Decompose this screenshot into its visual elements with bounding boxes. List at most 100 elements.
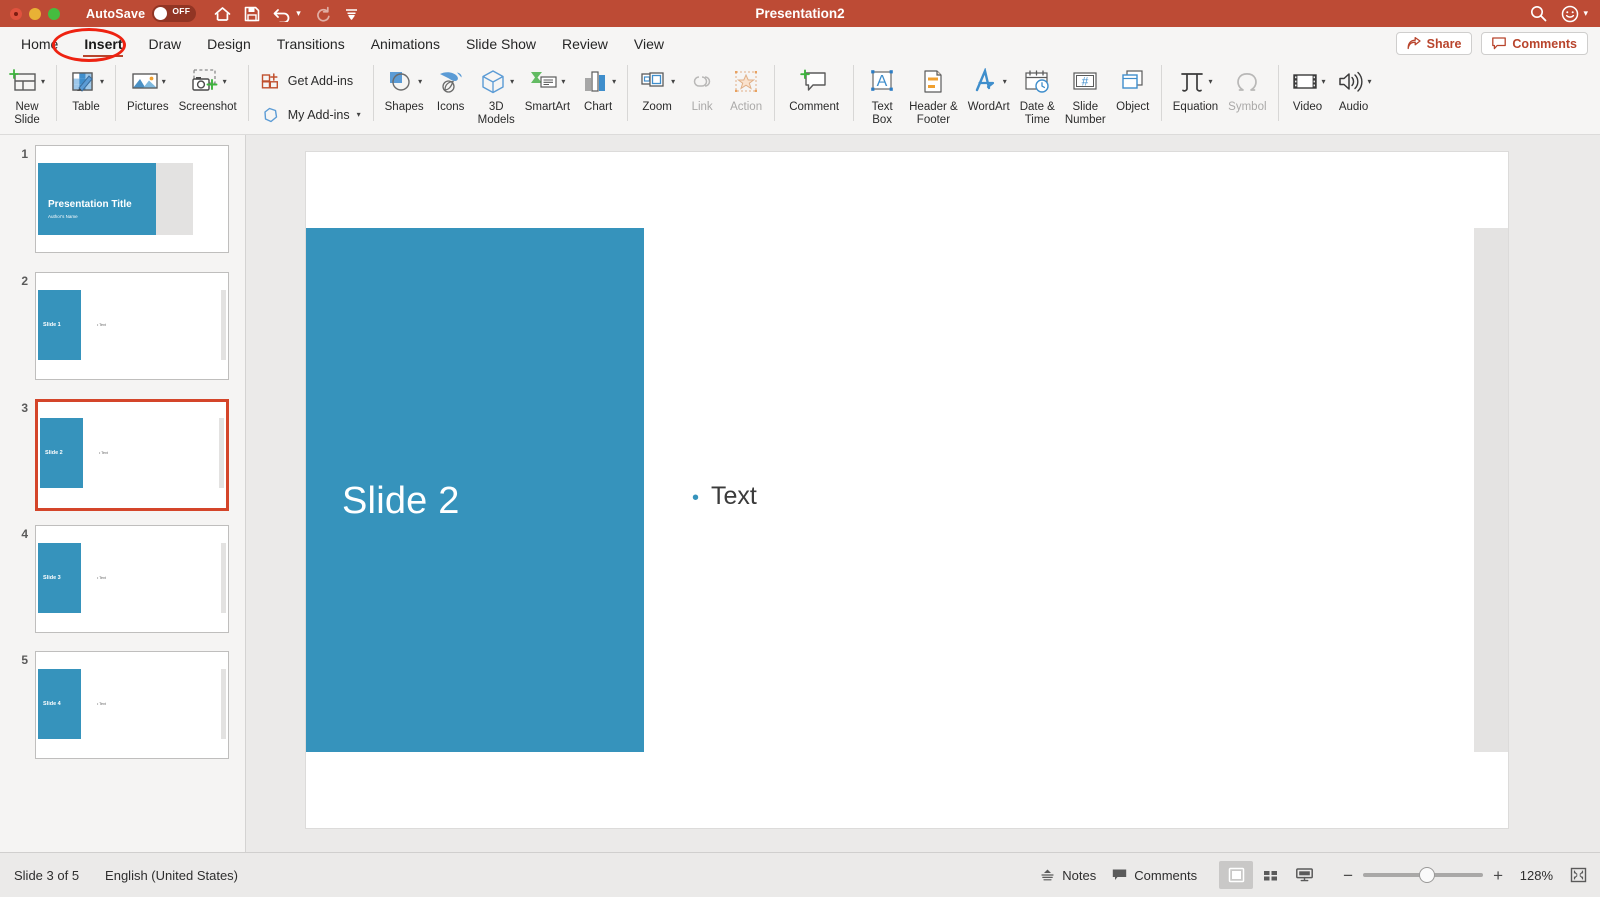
smartart-icon: [529, 68, 559, 96]
new-slide-caret-icon[interactable]: ▾: [41, 78, 45, 86]
close-window-button[interactable]: [10, 7, 22, 20]
slide-sorter-button[interactable]: [1253, 861, 1287, 889]
chart-button[interactable]: ▾ Chart: [575, 60, 621, 114]
ribbon-group-illustrations: ▾ Shapes Icons ▾ 3D Models ▾ SmartArt ▾ …: [380, 60, 621, 135]
slide-thumbnail-4[interactable]: Slide 3 • Text: [35, 525, 229, 633]
zoom-percentage[interactable]: 128%: [1513, 868, 1553, 883]
wordart-caret-icon[interactable]: ▾: [1003, 78, 1007, 86]
smartart-caret-icon[interactable]: ▾: [561, 78, 565, 86]
shapes-caret-icon[interactable]: ▾: [418, 78, 422, 86]
thumbnail-row[interactable]: 3 Slide 2 • Text: [6, 399, 229, 511]
notes-button[interactable]: Notes: [1040, 868, 1096, 883]
search-icon[interactable]: [1530, 5, 1547, 22]
audio-button[interactable]: ▾ Audio: [1331, 60, 1377, 114]
slideshow-view-button[interactable]: [1287, 861, 1321, 889]
pictures-button[interactable]: ▾ Pictures: [122, 60, 174, 114]
object-button[interactable]: Object: [1111, 60, 1155, 114]
3d-models-caret-icon[interactable]: ▾: [510, 78, 514, 86]
tab-home[interactable]: Home: [8, 27, 71, 60]
get-addins-button[interactable]: Get Add-ins: [255, 64, 359, 98]
window-controls[interactable]: [10, 7, 60, 20]
redo-icon[interactable]: [314, 6, 331, 22]
pictures-caret-icon[interactable]: ▾: [162, 78, 166, 86]
quick-access-toolbar[interactable]: ▾: [214, 6, 359, 22]
tab-insert[interactable]: Insert: [71, 27, 135, 60]
fit-to-window-button[interactable]: [1569, 866, 1588, 884]
slideshow-view-icon: [1295, 867, 1314, 883]
link-button: Link: [680, 60, 724, 114]
smiley-account-icon[interactable]: ▾: [1561, 5, 1588, 23]
video-button[interactable]: ▾ Video: [1285, 60, 1331, 114]
equation-caret-icon[interactable]: ▾: [1208, 78, 1212, 86]
my-addins-caret-icon[interactable]: ▾: [357, 111, 361, 119]
language-indicator[interactable]: English (United States): [105, 868, 238, 883]
minimize-window-button[interactable]: [29, 7, 41, 20]
icons-button[interactable]: Icons: [429, 60, 473, 114]
thumbnail-row[interactable]: 4 Slide 3 • Text: [6, 525, 229, 633]
normal-view-button[interactable]: [1219, 861, 1254, 889]
tab-slide-show[interactable]: Slide Show: [453, 27, 549, 60]
undo-icon[interactable]: [273, 6, 291, 22]
tab-draw[interactable]: Draw: [135, 27, 194, 60]
insert-comment-button[interactable]: Comment: [781, 60, 847, 114]
zoom-slider-handle[interactable]: [1419, 867, 1436, 883]
zoom-control[interactable]: − + 128%: [1343, 867, 1553, 884]
thumbnail-row[interactable]: 1 Presentation Title Author's Name: [6, 145, 229, 253]
smartart-button[interactable]: ▾ SmartArt: [520, 60, 575, 114]
table-caret-icon[interactable]: ▾: [100, 78, 104, 86]
screenshot-button[interactable]: ▾ Screenshot: [174, 60, 242, 114]
maximize-window-button[interactable]: [48, 7, 60, 20]
equation-button[interactable]: ▾ Equation: [1168, 60, 1223, 114]
tab-animations[interactable]: Animations: [358, 27, 453, 60]
slide-thumbnail-2[interactable]: Slide 1 • Text: [35, 272, 229, 380]
table-button[interactable]: ▾ Table: [63, 60, 109, 114]
zoom-in-button[interactable]: +: [1493, 867, 1503, 884]
pictures-icon: [130, 68, 160, 96]
autosave-toggle[interactable]: OFF: [152, 5, 197, 22]
thumbnail-row[interactable]: 5 Slide 4 • Text: [6, 651, 229, 759]
new-slide-button[interactable]: ▾ New Slide: [4, 60, 50, 126]
zoom-button[interactable]: ▾ Zoom: [634, 60, 680, 114]
account-dropdown-caret-icon[interactable]: ▾: [1583, 9, 1588, 18]
video-caret-icon[interactable]: ▾: [1322, 78, 1326, 86]
slide-thumbnail-5[interactable]: Slide 4 • Text: [35, 651, 229, 759]
tab-design[interactable]: Design: [194, 27, 264, 60]
customize-qat-icon[interactable]: [344, 7, 359, 21]
text-box-button[interactable]: A Text Box: [860, 60, 904, 126]
audio-caret-icon[interactable]: ▾: [1368, 78, 1372, 86]
my-addins-button[interactable]: My Add-ins ▾: [255, 98, 367, 132]
svg-text:A: A: [877, 73, 888, 90]
chart-caret-icon[interactable]: ▾: [612, 78, 616, 86]
wordart-button[interactable]: ▾ WordArt: [963, 60, 1015, 114]
zoom-slider[interactable]: [1363, 867, 1484, 883]
tab-review[interactable]: Review: [549, 27, 621, 60]
zoom-caret-icon[interactable]: ▾: [671, 78, 675, 86]
screenshot-caret-icon[interactable]: ▾: [223, 78, 227, 86]
shapes-button[interactable]: ▾ Shapes: [380, 60, 429, 114]
autosave-control[interactable]: AutoSave OFF: [86, 5, 197, 22]
3d-models-button[interactable]: ▾ 3D Models: [473, 60, 520, 126]
slide-body-placeholder[interactable]: • Text: [692, 482, 757, 511]
current-slide[interactable]: Slide 2 • Text: [306, 152, 1508, 828]
slide-thumbnail-1[interactable]: Presentation Title Author's Name: [35, 145, 229, 253]
tab-view[interactable]: View: [621, 27, 677, 60]
tab-transitions[interactable]: Transitions: [264, 27, 358, 60]
zoom-out-button[interactable]: −: [1343, 867, 1353, 884]
shapes-icon: [386, 68, 416, 96]
comments-button[interactable]: Comments: [1481, 32, 1588, 55]
header-footer-button[interactable]: Header & Footer: [904, 60, 963, 126]
slide-counter[interactable]: Slide 3 of 5: [14, 868, 79, 883]
undo-dropdown-caret-icon[interactable]: ▾: [296, 9, 301, 18]
slide-title-placeholder[interactable]: Slide 2: [342, 480, 460, 523]
slide-thumbnail-3[interactable]: Slide 2 • Text: [35, 399, 229, 511]
text-box-label: Text Box: [871, 101, 893, 126]
home-icon[interactable]: [214, 6, 231, 22]
status-comments-button[interactable]: Comments: [1112, 868, 1197, 883]
share-button[interactable]: Share: [1395, 32, 1473, 55]
thumbnail-row[interactable]: 2 Slide 1 • Text: [6, 272, 229, 380]
date-time-button[interactable]: Date & Time: [1015, 60, 1060, 126]
save-icon[interactable]: [244, 6, 260, 22]
slide-thumbnail-panel[interactable]: 1 Presentation Title Author's Name 2 Sli…: [0, 135, 246, 852]
ribbon-separator: [372, 65, 374, 121]
slide-number-button[interactable]: # Slide Number: [1060, 60, 1111, 126]
